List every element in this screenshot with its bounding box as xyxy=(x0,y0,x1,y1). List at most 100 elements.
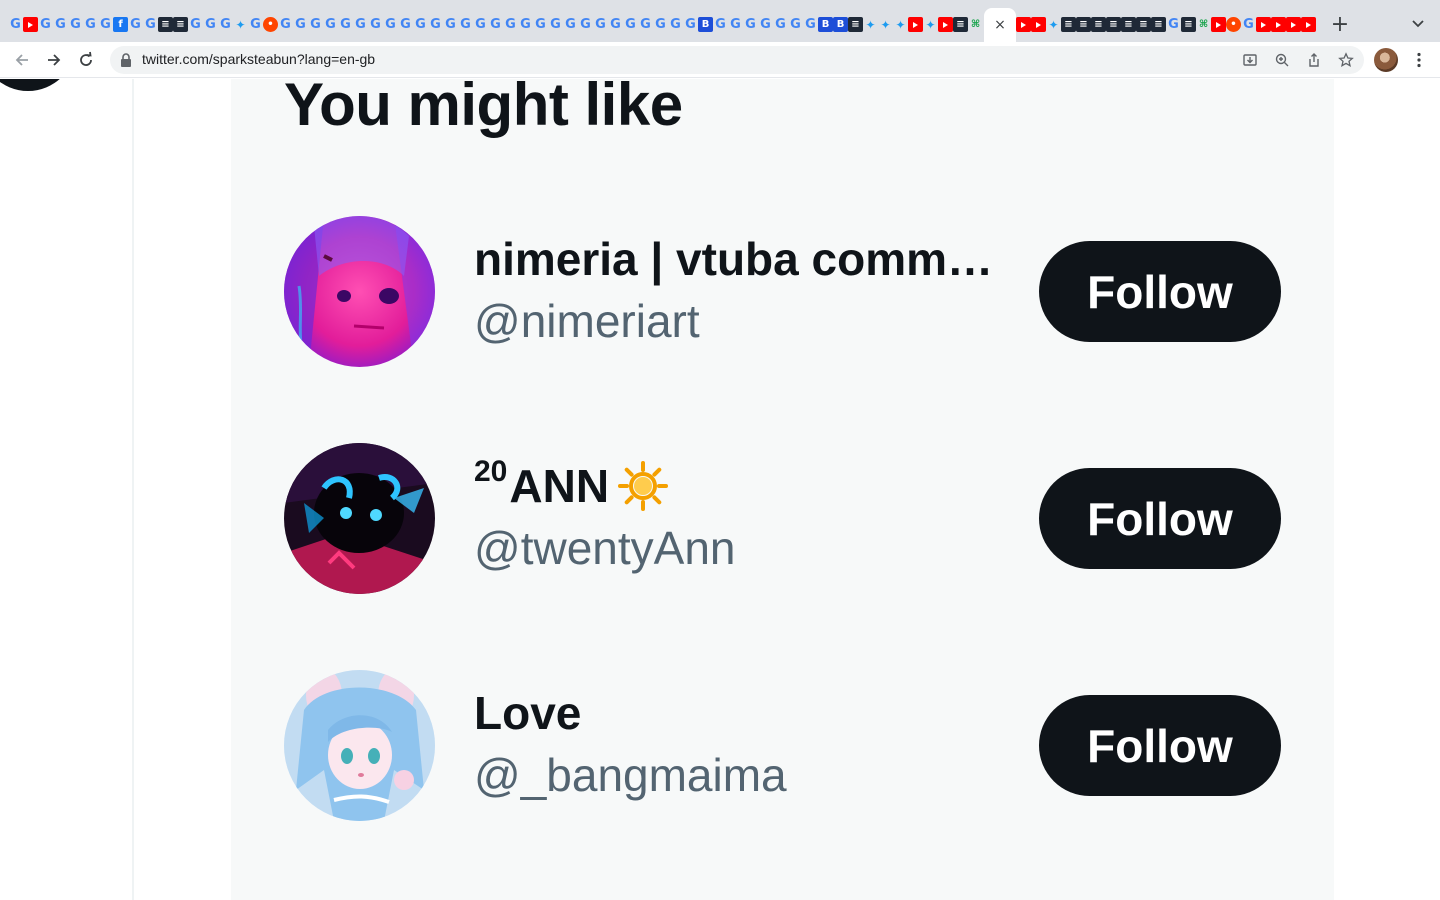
google-favicon-icon[interactable]: G xyxy=(188,17,203,32)
forward-arrow-icon[interactable] xyxy=(42,48,66,72)
google-favicon-icon[interactable]: G xyxy=(623,17,638,32)
youtube-favicon-icon[interactable] xyxy=(1211,17,1226,32)
google-favicon-icon[interactable]: G xyxy=(788,17,803,32)
google-favicon-icon[interactable]: G xyxy=(488,17,503,32)
google-favicon-icon[interactable]: G xyxy=(563,17,578,32)
user-info[interactable]: nimeria | vtuba comm… @nimeriart xyxy=(474,231,994,349)
dark-favicon-icon[interactable]: ≡ xyxy=(1076,17,1091,32)
google-favicon-icon[interactable]: G xyxy=(743,17,758,32)
dark-favicon-icon[interactable]: ≡ xyxy=(1136,17,1151,32)
back-arrow-icon[interactable] xyxy=(10,48,34,72)
user-handle[interactable]: @_bangmaima xyxy=(474,747,994,803)
green-favicon-icon[interactable]: ⌘ xyxy=(1196,17,1211,32)
google-favicon-icon[interactable]: G xyxy=(728,17,743,32)
google-favicon-icon[interactable]: G xyxy=(518,17,533,32)
google-favicon-icon[interactable]: G xyxy=(503,17,518,32)
address-bar[interactable]: twitter.com/sparksteabun?lang=en-gb xyxy=(110,46,1364,74)
youtube-favicon-icon[interactable] xyxy=(1286,17,1301,32)
google-favicon-icon[interactable]: G xyxy=(713,17,728,32)
twitter-favicon-icon[interactable]: ✦ xyxy=(233,17,248,32)
youtube-favicon-icon[interactable] xyxy=(23,17,38,32)
google-favicon-icon[interactable]: G xyxy=(458,17,473,32)
google-favicon-icon[interactable]: G xyxy=(218,17,233,32)
google-favicon-icon[interactable]: G xyxy=(1241,17,1256,32)
twitter-favicon-icon[interactable]: ✦ xyxy=(893,17,908,32)
reddit-favicon-icon[interactable]: • xyxy=(263,17,278,32)
google-favicon-icon[interactable]: G xyxy=(533,17,548,32)
avatar[interactable] xyxy=(284,443,435,594)
tab-search-chevron-icon[interactable] xyxy=(1406,12,1430,36)
google-favicon-icon[interactable]: G xyxy=(203,17,218,32)
dark-favicon-icon[interactable]: ≡ xyxy=(848,17,863,32)
google-favicon-icon[interactable]: G xyxy=(473,17,488,32)
twitter-favicon-icon[interactable]: ✦ xyxy=(1046,17,1061,32)
zoom-icon[interactable] xyxy=(1272,50,1292,70)
reload-icon[interactable] xyxy=(74,48,98,72)
close-tab-icon[interactable]: × xyxy=(994,17,1006,33)
green-favicon-icon[interactable]: ⌘ xyxy=(968,17,983,32)
new-tab-button[interactable]: + xyxy=(1328,12,1352,37)
user-handle[interactable]: @nimeriart xyxy=(474,293,994,349)
profile-avatar[interactable] xyxy=(1374,48,1398,72)
google-favicon-icon[interactable]: G xyxy=(293,17,308,32)
google-favicon-icon[interactable]: G xyxy=(683,17,698,32)
user-info[interactable]: 20 ANN @twentyAnn xyxy=(474,458,994,576)
google-favicon-icon[interactable]: G xyxy=(593,17,608,32)
google-favicon-icon[interactable]: G xyxy=(653,17,668,32)
google-favicon-icon[interactable]: G xyxy=(248,17,263,32)
dark-favicon-icon[interactable]: ≡ xyxy=(158,17,173,32)
youtube-favicon-icon[interactable] xyxy=(938,17,953,32)
follow-button[interactable]: Follow xyxy=(1039,468,1281,569)
suggestion-row[interactable]: Love @_bangmaima Follow xyxy=(231,633,1334,860)
facebook-favicon-icon[interactable]: f xyxy=(113,17,128,32)
google-favicon-icon[interactable]: G xyxy=(758,17,773,32)
google-favicon-icon[interactable]: G xyxy=(428,17,443,32)
twitter-favicon-icon[interactable]: ✦ xyxy=(863,17,878,32)
user-handle[interactable]: @twentyAnn xyxy=(474,520,994,576)
suggestion-row[interactable]: nimeria | vtuba comm… @nimeriart Follow xyxy=(231,179,1334,406)
google-favicon-icon[interactable]: G xyxy=(1166,17,1181,32)
google-favicon-icon[interactable]: G xyxy=(53,17,68,32)
bookmark-star-icon[interactable] xyxy=(1336,50,1356,70)
display-name[interactable]: nimeria | vtuba comm… xyxy=(474,231,994,287)
user-info[interactable]: Love @_bangmaima xyxy=(474,685,994,803)
twitter-favicon-icon[interactable]: ✦ xyxy=(878,17,893,32)
google-favicon-icon[interactable]: G xyxy=(638,17,653,32)
youtube-favicon-icon[interactable] xyxy=(1256,17,1271,32)
youtube-favicon-icon[interactable] xyxy=(1301,17,1316,32)
google-favicon-icon[interactable]: G xyxy=(323,17,338,32)
google-favicon-icon[interactable]: G xyxy=(128,17,143,32)
dark-favicon-icon[interactable]: ≡ xyxy=(1091,17,1106,32)
display-name-container[interactable]: 20 ANN xyxy=(474,458,994,514)
avatar[interactable] xyxy=(284,216,435,367)
sidebar-button-fragment[interactable] xyxy=(0,79,76,91)
active-tab[interactable]: × xyxy=(984,8,1016,42)
google-favicon-icon[interactable]: G xyxy=(353,17,368,32)
dark-favicon-icon[interactable]: ≡ xyxy=(1121,17,1136,32)
youtube-favicon-icon[interactable] xyxy=(1271,17,1286,32)
dark-favicon-icon[interactable]: ≡ xyxy=(173,17,188,32)
google-favicon-icon[interactable]: G xyxy=(98,17,113,32)
google-favicon-icon[interactable]: G xyxy=(278,17,293,32)
install-app-icon[interactable] xyxy=(1240,50,1260,70)
blue-favicon-icon[interactable]: B xyxy=(833,17,848,32)
google-favicon-icon[interactable]: G xyxy=(803,17,818,32)
dark-favicon-icon[interactable]: ≡ xyxy=(1061,17,1076,32)
google-favicon-icon[interactable]: G xyxy=(338,17,353,32)
dark-favicon-icon[interactable]: ≡ xyxy=(1106,17,1121,32)
suggestion-row[interactable]: 20 ANN @twentyAnn Follow xyxy=(231,406,1334,633)
reddit-favicon-icon[interactable]: • xyxy=(1226,17,1241,32)
dark-favicon-icon[interactable]: ≡ xyxy=(1151,17,1166,32)
follow-button[interactable]: Follow xyxy=(1039,241,1281,342)
avatar[interactable] xyxy=(284,670,435,821)
display-name[interactable]: Love xyxy=(474,685,994,741)
google-favicon-icon[interactable]: G xyxy=(608,17,623,32)
google-favicon-icon[interactable]: G xyxy=(308,17,323,32)
google-favicon-icon[interactable]: G xyxy=(143,17,158,32)
lock-icon[interactable] xyxy=(120,53,134,67)
share-icon[interactable] xyxy=(1304,50,1324,70)
youtube-favicon-icon[interactable] xyxy=(1016,17,1031,32)
google-favicon-icon[interactable]: G xyxy=(383,17,398,32)
dark-favicon-icon[interactable]: ≡ xyxy=(1181,17,1196,32)
google-favicon-icon[interactable]: G xyxy=(8,17,23,32)
